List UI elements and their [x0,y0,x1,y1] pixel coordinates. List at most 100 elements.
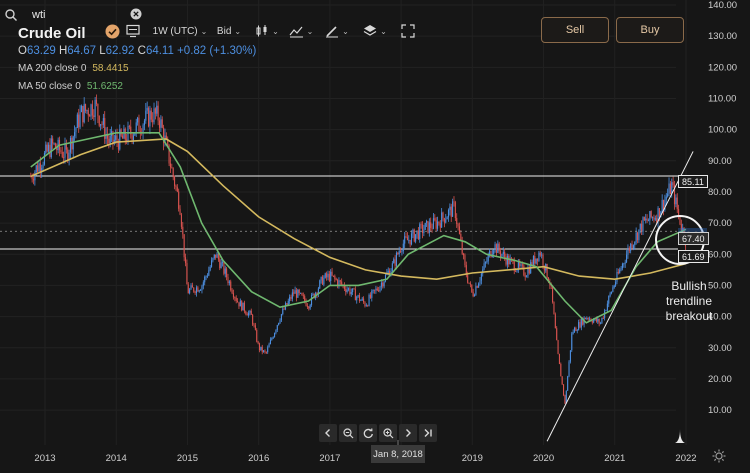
candle-body [557,340,559,354]
indicators-icon[interactable]: ⌄ [287,20,315,42]
candle-body [191,285,193,288]
candle-body [419,224,421,239]
monitor-icon[interactable] [124,20,142,42]
settings-icon[interactable] [712,449,726,463]
high-label: H [58,45,68,57]
candle-body [376,288,378,291]
layers-icon[interactable]: ⌄ [362,20,388,42]
candle-body [302,295,304,297]
candle-body [206,275,208,277]
candle-body [147,108,150,127]
candle-body [656,218,658,223]
candle-body [598,318,600,324]
y-tick-label: 100.00 [708,125,737,136]
candle-body [253,324,255,326]
candle-body [228,281,230,284]
candle-body [63,157,65,159]
ma50-legend[interactable]: MA 50 close 0 51.6252 [18,81,123,92]
zoom-out-icon[interactable] [339,424,357,442]
candle-body [523,265,525,276]
interval-dropdown[interactable]: 1W (UTC) ⌄ [150,20,210,42]
candle-body [171,167,173,169]
candle-body [123,128,125,139]
candle-body [279,320,281,323]
candle-body [524,275,526,278]
candle-body [620,268,622,270]
chart-window: 10.00 20.00 30.00 40.00 50.00 60.00 70.00 80.00… [0,0,750,473]
chevron-down-icon: ⌄ [306,26,314,36]
open-label: O [18,45,27,57]
candle-body [638,229,640,241]
candle-body [635,232,637,242]
candle-body [431,228,433,229]
candle-body [613,285,615,288]
candle-body [245,311,247,314]
search-box[interactable]: wti [4,4,144,26]
candle-body [127,126,129,142]
candle-body [260,346,262,351]
candle-body [175,185,177,188]
candle-body [230,281,232,291]
candle-body [78,114,80,128]
candle-body [53,143,55,145]
chevron-right-icon[interactable] [399,424,417,442]
candle-body [219,259,221,269]
candle-body [56,148,58,151]
candle-body [458,226,461,234]
candle-body [586,317,588,320]
reset-icon[interactable] [359,424,377,442]
close-circle-icon[interactable] [130,8,142,20]
draw-icon[interactable]: ⌄ [324,20,350,42]
candle-body [528,268,530,274]
ma200-legend[interactable]: MA 200 close 0 58.4415 [18,63,129,74]
candles-icon[interactable]: ⌄ [254,20,280,42]
candle-body [561,376,563,385]
fullscreen-icon[interactable] [399,20,417,42]
candle-body [476,286,478,288]
candle-body [124,128,126,140]
search-input[interactable]: wti [32,9,45,21]
current-price-label: 67.40 [678,232,709,245]
candle-body [421,224,424,234]
candle-body [254,325,256,330]
candle-body [498,243,500,252]
candle-body [250,310,252,315]
candle-body [484,262,487,264]
candle-body [328,273,330,281]
candle-body [630,243,632,251]
price-type-dropdown[interactable]: Bid ⌄ [214,20,244,42]
candle-body [487,255,489,262]
candle-body [469,283,471,285]
candle-body [90,104,92,117]
candle-body [435,220,437,229]
sell-button[interactable]: Sell [541,17,609,43]
candle-body [445,219,447,223]
candle-body [563,384,565,396]
chevron-left-icon[interactable] [319,424,337,442]
candle-body [554,314,556,329]
candle-body [423,229,425,234]
change-value: +0.82 (+1.30%) [177,45,257,57]
x-tick-label: 2017 [319,453,340,464]
skip-end-icon[interactable] [419,424,437,442]
candle-body [161,119,163,128]
candle-body [226,268,228,278]
candle-body [276,325,278,331]
x-tick-label: 2022 [675,453,696,464]
candle-body [397,252,399,255]
zoom-in-icon[interactable] [379,424,397,442]
check-circle-icon[interactable] [103,20,121,42]
candle-body [193,287,195,292]
candle-body [643,217,645,221]
candle-body [243,302,245,312]
candle-body [45,144,47,153]
candle-body [290,296,292,299]
candle-body [471,284,473,292]
candle-body [346,289,348,292]
candle-body [668,183,670,194]
candle-body [198,290,200,292]
candle-body [216,253,218,258]
candle-body [534,255,536,264]
candle-body [109,135,111,144]
buy-button[interactable]: Buy [616,17,684,43]
